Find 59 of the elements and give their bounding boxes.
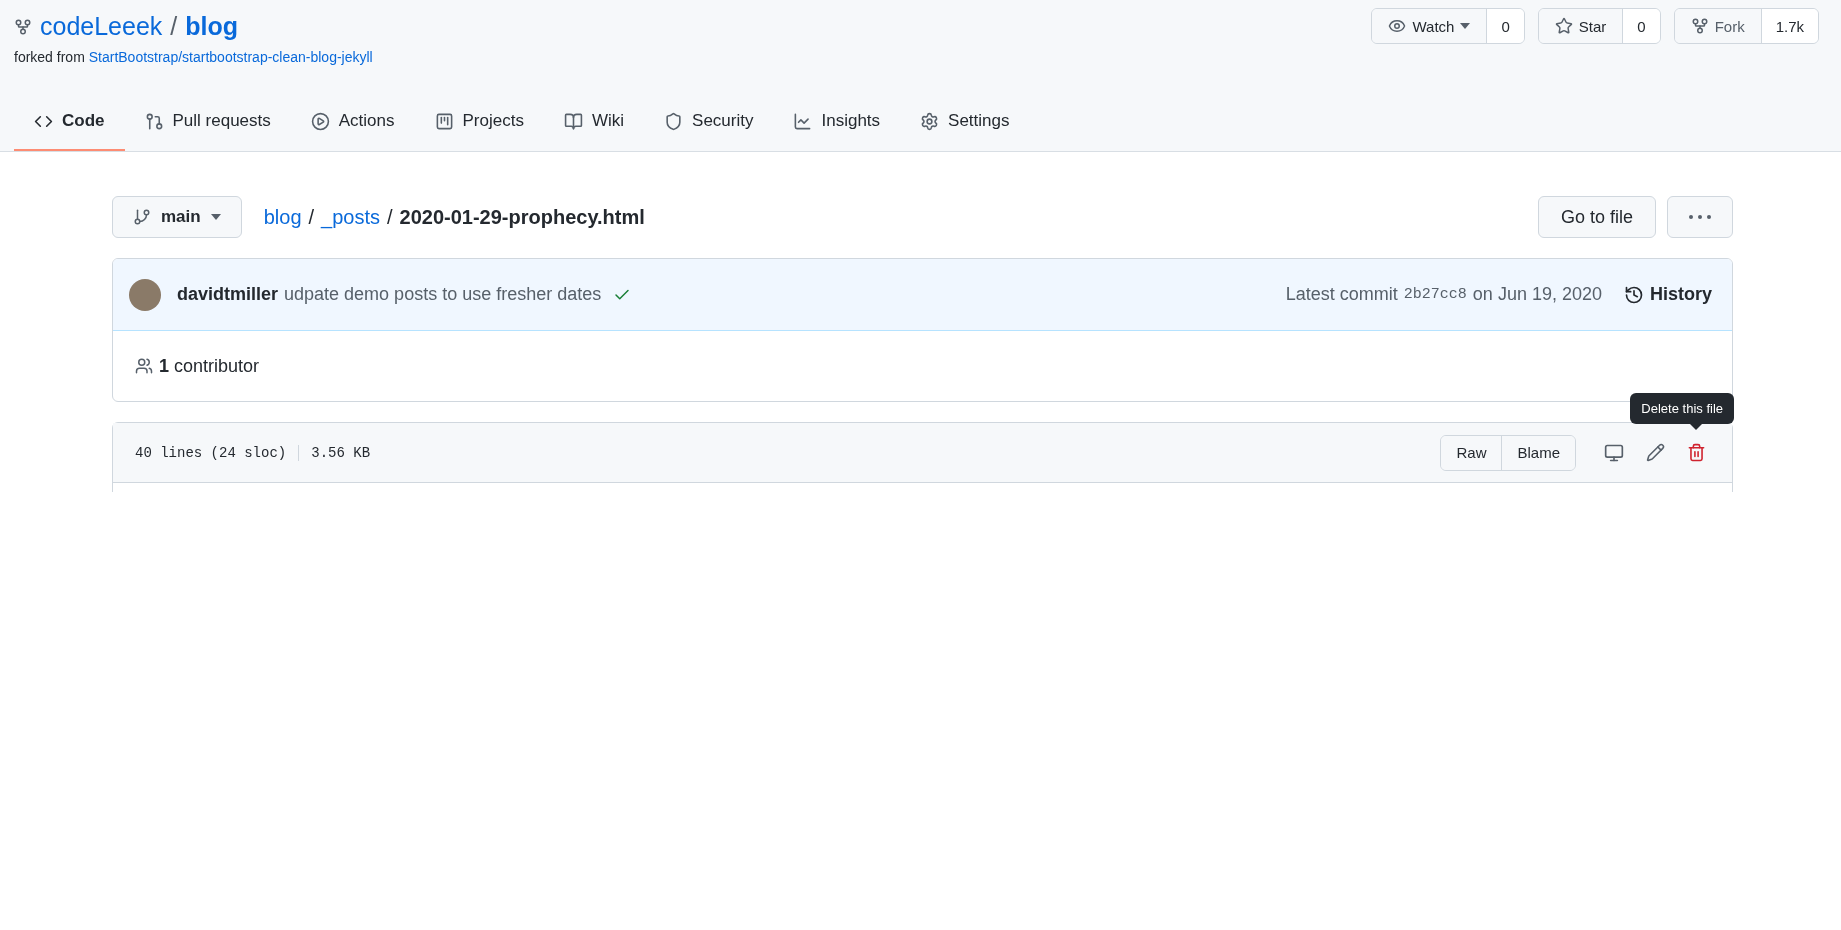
tooltip-pointer-icon [1690, 424, 1702, 430]
commit-message: udpate demo posts to use fresher dates [284, 284, 602, 305]
settings-icon [920, 111, 940, 131]
breadcrumb-link[interactable]: blog [263, 205, 302, 229]
forked-from-label: forked from [14, 49, 86, 65]
board-icon [434, 111, 454, 131]
go-to-file-button[interactable]: Go to file [1537, 196, 1656, 238]
fork-count: 1.7k [1760, 9, 1818, 43]
owner-link[interactable]: codeLeeek [40, 12, 163, 41]
avatar [129, 278, 161, 311]
repo-tab[interactable]: Code [14, 99, 125, 151]
commit-sha-link[interactable]: 2b27cc8 [1403, 286, 1467, 303]
repo-tab[interactable]: Pull requests [124, 99, 291, 151]
repo-tab[interactable]: Actions [290, 99, 415, 151]
people-icon [135, 357, 153, 375]
contributors-count: 1 contributor [159, 355, 260, 377]
history-link[interactable]: History [1624, 284, 1712, 305]
book-icon [563, 111, 583, 131]
file-name: 2020-01-29-prophecy.html [399, 205, 645, 229]
pull-request-icon [144, 111, 164, 131]
repo-tab[interactable]: Insights [773, 99, 901, 151]
commit-date: on Jun 19, 2020 [1472, 284, 1602, 305]
blame-button[interactable]: Blame [1501, 435, 1575, 470]
path-separator: / [387, 205, 393, 229]
repo-name-link[interactable]: blog [185, 12, 239, 41]
eye-icon [1388, 17, 1407, 35]
tooltip: Delete this file [1630, 393, 1734, 424]
commit-author-link[interactable]: davidtmiller [177, 284, 279, 305]
play-icon [310, 111, 330, 131]
path-separator: / [308, 205, 315, 229]
branch-icon [133, 208, 151, 226]
file-size: 3.56 KB [298, 444, 371, 461]
caret-icon [1460, 23, 1471, 29]
monitor-icon [1604, 442, 1624, 463]
repo-tab[interactable]: Settings [900, 99, 1030, 151]
star-button-group[interactable]: Star 0 [1537, 8, 1661, 44]
repo-tab[interactable]: Wiki [543, 99, 645, 151]
branch-selector[interactable]: main [112, 196, 242, 238]
watch-button-group[interactable]: Watch 0 [1371, 8, 1525, 44]
trash-icon [1687, 443, 1706, 462]
pencil-icon [1646, 443, 1665, 462]
caret-icon [210, 214, 221, 220]
latest-commit-label: Latest commit [1285, 284, 1398, 305]
history-icon [1624, 284, 1644, 305]
fork-button-group[interactable]: Fork 1.7k [1673, 8, 1819, 44]
fork-source-link[interactable]: StartBootstrap/startbootstrap-clean-blog-jekyll [88, 49, 373, 65]
star-icon [1554, 17, 1573, 35]
watch-count: 0 [1486, 9, 1524, 43]
breadcrumb-link[interactable]: _posts [321, 205, 380, 229]
line-count: 40 lines (24 sloc) [135, 444, 288, 461]
shield-icon [664, 111, 684, 131]
path-separator: / [170, 12, 178, 41]
star-count: 0 [1622, 9, 1660, 43]
fork-icon [14, 17, 32, 36]
chart-icon [793, 111, 813, 131]
fork-icon [1690, 17, 1709, 35]
more-icon [1689, 215, 1711, 219]
repo-tab[interactable]: Projects [414, 99, 544, 151]
repo-tab[interactable]: Security [644, 99, 774, 151]
